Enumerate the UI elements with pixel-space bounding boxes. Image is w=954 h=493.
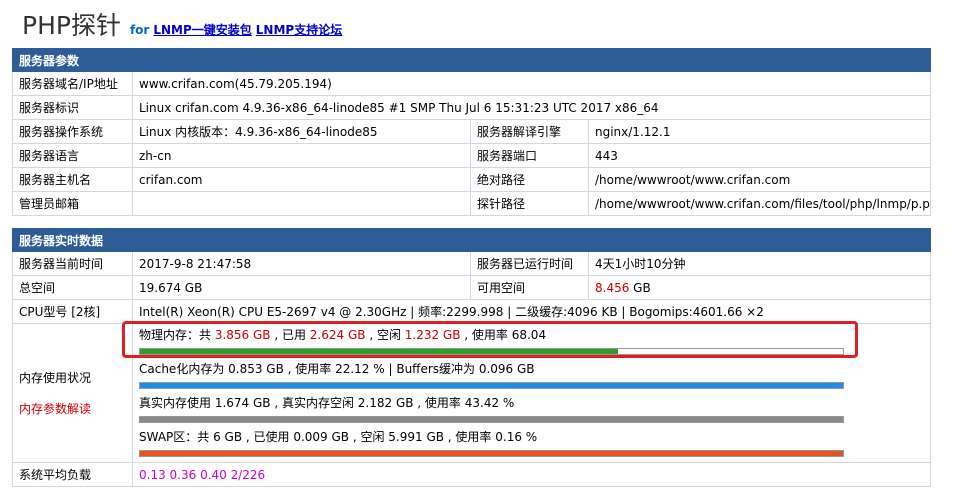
table-row: 管理员邮箱 探针路径 /home/wwwroot/www.crifan.com/… [12, 191, 932, 216]
row-value: 443 [587, 143, 932, 168]
avail-unit: GB [629, 280, 651, 295]
row-label: CPU型号 [2核] [12, 299, 133, 324]
row-value: Linux 内核版本：4.9.36-x86_64-linode85 [132, 119, 471, 144]
physical-total: 3.856 GB [214, 328, 271, 342]
cache-memory-text: Cache化内存为 0.853 GB , 使用率 22.12 % | Buffe… [139, 362, 535, 376]
row-label: 服务器主机名 [12, 167, 133, 192]
physical-memory-bar-fill [140, 349, 619, 354]
row-label: 服务器语言 [12, 143, 133, 168]
row-value: 4天1小时10分钟 [587, 251, 932, 276]
row-value [132, 191, 471, 216]
text-part: , 已用 [270, 328, 310, 342]
physical-memory-text: 物理内存：共 3.856 GB , 已用 2.624 GB , 空闲 1.232… [139, 327, 924, 344]
memory-label-cell: 内存使用状况 内存参数解读 [12, 323, 133, 463]
server-params-table: 服务器参数 服务器域名/IP地址 www.crifan.com(45.79.20… [11, 48, 932, 216]
page-header: PHP探针 for LNMP一键安装包 LNMP支持论坛 [22, 6, 342, 40]
row-value: 2017-9-8 21:47:58 [132, 251, 471, 276]
real-memory-bar [139, 416, 844, 423]
table-row: 系统平均负载 0.13 0.36 0.40 2/226 [12, 462, 932, 487]
row-label: 总空间 [12, 275, 133, 300]
swap-memory-text: SWAP区：共 6 GB , 已使用 0.009 GB , 空闲 5.991 G… [139, 430, 538, 444]
memory-help-link[interactable]: 内存参数解读 [19, 400, 126, 417]
avail-number: 8.456 [595, 280, 630, 295]
lnmp-install-link[interactable]: LNMP一键安装包 [153, 21, 251, 38]
real-memory-text: 真实内存使用 1.674 GB , 真实内存空闲 2.182 GB , 使用率 … [139, 396, 515, 410]
real-memory-bar-fill [140, 417, 843, 422]
row-value: 8.456 GB [587, 275, 932, 300]
row-label: 绝对路径 [470, 167, 589, 192]
row-label: 系统平均负载 [12, 462, 133, 487]
table-row: 服务器域名/IP地址 www.crifan.com(45.79.205.194) [12, 71, 932, 96]
row-label: 服务器解译引擎 [470, 119, 589, 144]
lnmp-forum-link[interactable]: LNMP支持论坛 [256, 21, 342, 38]
page-title: PHP探针 [22, 11, 121, 40]
swap-memory-bar-fill [140, 451, 843, 456]
load-average-value: 0.13 0.36 0.40 2/226 [131, 462, 932, 487]
memory-usage-label: 内存使用状况 [19, 371, 92, 385]
server-params-header: 服务器参数 [11, 48, 932, 72]
table-row: 服务器当前时间 2017-9-8 21:47:58 服务器已运行时间 4天1小时… [12, 251, 932, 276]
row-label: 服务器操作系统 [12, 119, 133, 144]
table-row: 服务器标识 Linux crifan.com 4.9.36-x86_64-lin… [12, 95, 932, 120]
row-value: nginx/1.12.1 [587, 119, 932, 144]
row-value: zh-cn [132, 143, 471, 168]
row-value: crifan.com [132, 167, 471, 192]
table-row: 服务器语言 zh-cn 服务器端口 443 [12, 143, 932, 168]
row-value: Intel(R) Xeon(R) CPU E5-2697 v4 @ 2.30GH… [131, 299, 932, 324]
cache-memory-bar-fill [140, 383, 843, 388]
row-label: 可用空间 [470, 275, 589, 300]
table-row: 服务器主机名 crifan.com 绝对路径 /home/wwwroot/www… [12, 167, 932, 192]
table-row: 总空间 19.674 GB 可用空间 8.456 GB [12, 275, 932, 300]
realtime-header: 服务器实时数据 [11, 228, 932, 252]
physical-used: 2.624 GB [309, 328, 366, 342]
text-part: , 空闲 [365, 328, 405, 342]
physical-free: 1.232 GB [404, 328, 461, 342]
row-label: 服务器已运行时间 [470, 251, 589, 276]
row-value: www.crifan.com(45.79.205.194) [131, 71, 932, 96]
memory-details: 物理内存：共 3.856 GB , 已用 2.624 GB , 空闲 1.232… [131, 323, 932, 463]
cache-memory-bar [139, 382, 844, 389]
table-row: CPU型号 [2核] Intel(R) Xeon(R) CPU E5-2697 … [12, 299, 932, 324]
row-value: Linux crifan.com 4.9.36-x86_64-linode85 … [131, 95, 932, 120]
row-label: 服务器域名/IP地址 [12, 71, 133, 96]
row-label: 服务器当前时间 [12, 251, 133, 276]
row-value: /home/wwwroot/www.crifan.com [587, 167, 932, 192]
table-row: 服务器操作系统 Linux 内核版本：4.9.36-x86_64-linode8… [12, 119, 932, 144]
row-label: 服务器标识 [12, 95, 133, 120]
for-text: for [129, 23, 150, 37]
realtime-table: 服务器实时数据 服务器当前时间 2017-9-8 21:47:58 服务器已运行… [11, 228, 932, 487]
row-label: 探针路径 [470, 191, 589, 216]
row-value: /home/wwwroot/www.crifan.com/files/tool/… [587, 191, 932, 216]
text-part: 物理内存：共 [139, 328, 215, 342]
row-label: 管理员邮箱 [12, 191, 133, 216]
text-part: , 使用率 68.04 [460, 328, 547, 342]
swap-memory-bar [139, 450, 844, 457]
physical-memory-bar [139, 348, 844, 355]
row-label: 服务器端口 [470, 143, 589, 168]
memory-row: 内存使用状况 内存参数解读 物理内存：共 3.856 GB , 已用 2.624… [12, 323, 932, 463]
row-value: 19.674 GB [132, 275, 471, 300]
